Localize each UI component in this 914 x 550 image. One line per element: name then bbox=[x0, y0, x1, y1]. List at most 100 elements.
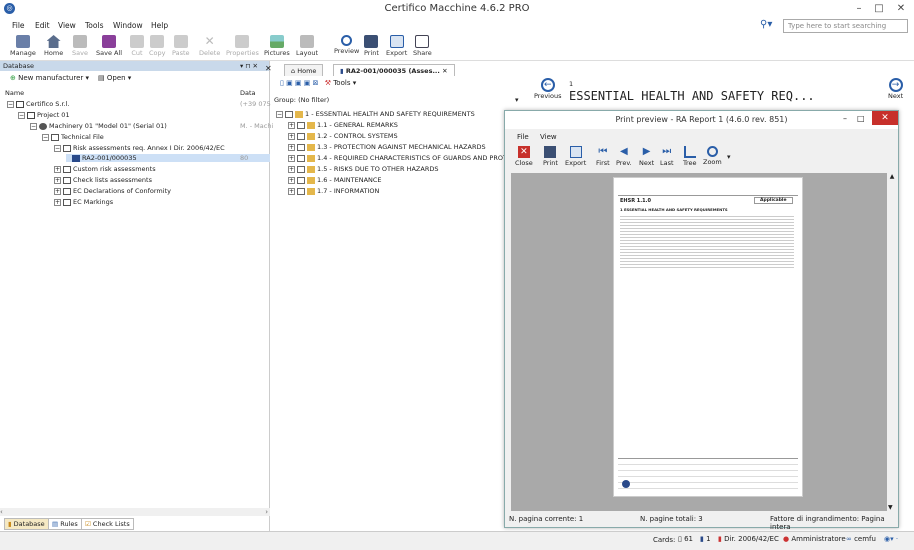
cut-button[interactable]: Cut bbox=[130, 35, 144, 57]
tree-row[interactable]: −1 - ESSENTIAL HEALTH AND SAFETY REQUIRE… bbox=[276, 110, 475, 118]
tree-row[interactable]: +1.1 - GENERAL REMARKS bbox=[288, 121, 398, 129]
card-icon: ▮ bbox=[700, 535, 704, 543]
close-tab-icon[interactable]: ✕ bbox=[442, 67, 447, 75]
column-name[interactable]: Name bbox=[5, 89, 24, 97]
checkbox-icon[interactable] bbox=[285, 110, 293, 118]
pin-icon[interactable]: ▾ ⊓ ✕ bbox=[240, 62, 258, 70]
tools-button[interactable]: ⚒ Tools ▾ bbox=[325, 79, 357, 87]
filter-select[interactable]: (No filter) bbox=[298, 96, 329, 104]
globe-icon[interactable]: ◉▾ · bbox=[884, 535, 898, 543]
tab-rules[interactable]: ▤ Rules bbox=[48, 518, 82, 530]
tree-row[interactable]: − Project 01 bbox=[18, 111, 70, 119]
preview-print-button[interactable]: Print bbox=[543, 146, 558, 167]
tree-row[interactable]: +1.6 - MAINTENANCE bbox=[288, 176, 382, 184]
minimize-icon[interactable]: – bbox=[852, 2, 866, 16]
checkbox-icon[interactable] bbox=[297, 154, 305, 162]
previous-button[interactable]: ← Previous bbox=[534, 78, 561, 100]
tree-row[interactable]: +1.4 - REQUIRED CHARACTERISTICS OF GUARD… bbox=[288, 154, 520, 162]
pictures-button[interactable]: Pictures bbox=[264, 35, 290, 57]
checkbox-icon[interactable] bbox=[297, 187, 305, 195]
preview-close-button[interactable]: ✕ Close bbox=[515, 146, 533, 167]
save-button[interactable]: Save bbox=[72, 35, 88, 57]
home-button[interactable]: Home bbox=[44, 35, 63, 57]
wrench-icon: ⚒ bbox=[324, 79, 331, 87]
tree-row[interactable]: +1.5 - RISKS DUE TO OTHER HAZARDS bbox=[288, 165, 438, 173]
open-icon: ▤ bbox=[98, 74, 105, 82]
last-page-button[interactable]: ⏭ Last bbox=[660, 146, 674, 167]
search-icon[interactable]: ⚲▾ bbox=[760, 19, 772, 30]
tree-row[interactable]: − Machinery 01 "Model 01" (Serial 01) bbox=[30, 122, 167, 130]
manage-button[interactable]: Manage bbox=[10, 35, 36, 57]
zoom-dropdown-icon[interactable]: ▾ bbox=[727, 153, 731, 161]
checkbox-icon[interactable] bbox=[297, 165, 305, 173]
share-button[interactable]: Share bbox=[413, 35, 432, 57]
tree-row[interactable]: +1.3 - PROTECTION AGAINST MECHANICAL HAZ… bbox=[288, 143, 486, 151]
preview-maximize-icon[interactable]: □ bbox=[857, 114, 865, 123]
doc-icon[interactable]: ▯ ▣ ▣ ▣ ⊠ bbox=[280, 79, 318, 87]
tree-row[interactable]: − Risk assessments req. Annex I Dir. 2006… bbox=[54, 144, 225, 152]
tree-row[interactable]: + Custom risk assessments bbox=[54, 165, 156, 173]
checkbox-icon[interactable] bbox=[297, 132, 305, 140]
menu-help[interactable]: Help bbox=[151, 21, 168, 30]
assessment-header: ← Previous 1 ESSENTIAL HEALTH AND SAFETY … bbox=[512, 76, 914, 108]
folder-icon bbox=[295, 110, 303, 118]
tree-row[interactable]: +1.7 - INFORMATION bbox=[288, 187, 379, 195]
preview-scrollbar[interactable]: ▲ ▼ bbox=[887, 173, 897, 511]
home-icon bbox=[46, 35, 61, 48]
tab-close-icon[interactable]: ✕ bbox=[265, 64, 272, 73]
logo-icon bbox=[622, 480, 630, 488]
menu-view[interactable]: View bbox=[58, 21, 76, 30]
prev-page-button[interactable]: ◀ Prev. bbox=[616, 146, 632, 167]
export-button[interactable]: Export bbox=[386, 35, 407, 57]
next-page-button[interactable]: ▶ Next bbox=[639, 146, 654, 167]
maximize-icon[interactable]: □ bbox=[872, 2, 886, 16]
tab-check-lists[interactable]: ☑ Check Lists bbox=[81, 518, 134, 530]
preview-close-icon[interactable]: ✕ bbox=[872, 111, 898, 125]
delete-button[interactable]: ✕ Delete bbox=[199, 35, 220, 58]
zoom-button[interactable]: Zoom bbox=[703, 146, 722, 166]
tab-home[interactable]: ⌂ Home bbox=[284, 64, 324, 76]
print-preview-window: Print preview - RA Report 1 (4.6.0 rev. … bbox=[504, 110, 899, 531]
menu-file[interactable]: File bbox=[12, 21, 25, 30]
open-button[interactable]: ▤ Open ▾ bbox=[98, 74, 131, 82]
tree-row[interactable]: + EC Markings bbox=[54, 198, 113, 206]
preview-minimize-icon[interactable]: – bbox=[843, 114, 847, 123]
menu-window[interactable]: Window bbox=[113, 21, 143, 30]
preview-export-button[interactable]: Export bbox=[565, 146, 586, 167]
tree-row[interactable]: + Check lists assessments bbox=[54, 176, 152, 184]
close-icon[interactable]: ✕ bbox=[894, 2, 908, 16]
checkbox-icon[interactable] bbox=[297, 176, 305, 184]
panel-header: Database ▾ ⊓ ✕ bbox=[0, 61, 269, 71]
preview-menu-view[interactable]: View bbox=[540, 133, 557, 141]
tab-document[interactable]: ▮ RA2-001/000035 (Asses... ✕ bbox=[333, 64, 455, 76]
user-indicator[interactable]: ● Amministratore bbox=[783, 535, 846, 543]
layout-button[interactable]: Layout bbox=[296, 35, 318, 57]
preview-button[interactable]: Preview bbox=[334, 35, 359, 55]
paste-button[interactable]: Paste bbox=[172, 35, 190, 57]
tree-row[interactable]: − Technical File bbox=[42, 133, 104, 141]
preview-menu-file[interactable]: File bbox=[517, 133, 529, 141]
tree-row[interactable]: − Certifico S.r.l. bbox=[7, 100, 69, 108]
tree-button[interactable]: Tree bbox=[683, 146, 697, 167]
directive-indicator[interactable]: ▮ Dir. 2006/42/EC bbox=[718, 535, 779, 543]
mid-toolbar: ▯ ▣ ▣ ▣ ⊠ ⚒ Tools ▾ bbox=[280, 79, 356, 87]
column-data[interactable]: Data bbox=[240, 89, 256, 97]
menu-edit[interactable]: Edit bbox=[35, 21, 50, 30]
tree-row[interactable]: +1.2 - CONTROL SYSTEMS bbox=[288, 132, 398, 140]
folder-icon bbox=[63, 144, 71, 152]
next-button[interactable]: → Next bbox=[888, 78, 903, 100]
checkbox-icon[interactable] bbox=[297, 143, 305, 151]
checkbox-icon[interactable] bbox=[297, 121, 305, 129]
menu-tools[interactable]: Tools bbox=[85, 21, 103, 30]
horizontal-scrollbar[interactable]: ‹ › bbox=[0, 508, 270, 516]
first-page-button[interactable]: ⏮ First bbox=[596, 146, 610, 167]
tab-database[interactable]: ▮ Database bbox=[4, 518, 49, 530]
new-manufacturer-button[interactable]: ⊕ New manufacturer ▾ bbox=[10, 74, 89, 82]
search-input[interactable]: Type here to start searching bbox=[783, 19, 908, 33]
print-button[interactable]: Print bbox=[364, 35, 379, 57]
tree-row[interactable]: + EC Declarations of Conformity bbox=[54, 187, 171, 195]
copy-button[interactable]: Copy bbox=[149, 35, 166, 57]
org-indicator[interactable]: ∞ cemfu bbox=[846, 535, 876, 543]
properties-button[interactable]: Properties bbox=[226, 35, 259, 57]
save-all-button[interactable]: Save All bbox=[96, 35, 122, 57]
